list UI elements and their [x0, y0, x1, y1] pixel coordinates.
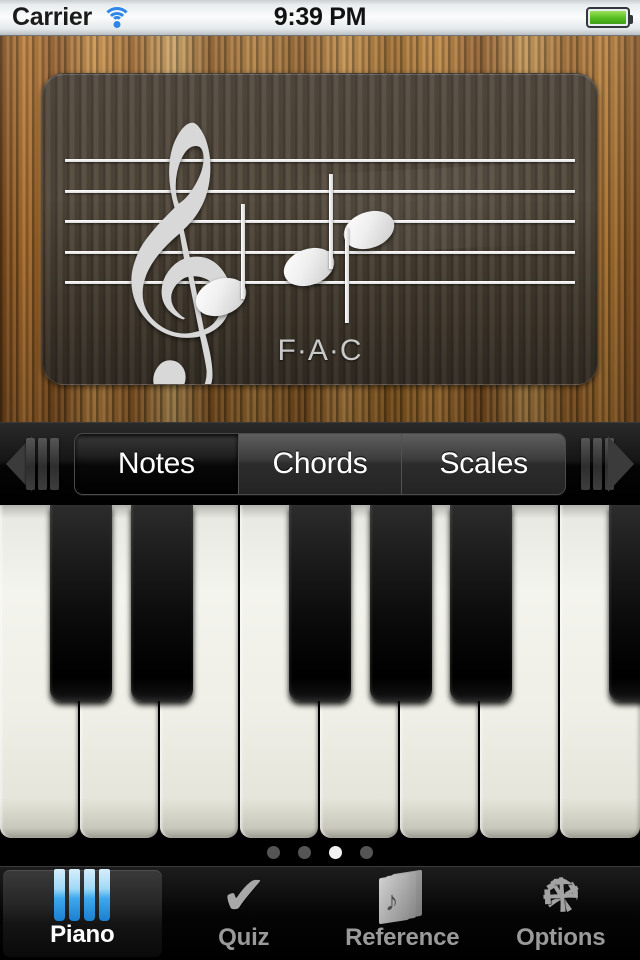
book-music-icon: ♪ — [376, 868, 428, 925]
staff-display-panel[interactable]: 𝄞 F·A·C — [42, 73, 598, 385]
piano-keys-icon-left — [26, 438, 59, 490]
tab-label: Quiz — [218, 924, 270, 951]
tab-options[interactable]: ⚒ ⚒ Options — [482, 865, 640, 960]
tab-bar: Piano ✔ Quiz ♪ Reference ⚒ ⚒ Options — [0, 866, 640, 960]
note-c — [338, 204, 400, 323]
segment-notes[interactable]: Notes — [75, 434, 238, 494]
mode-toolbar: Notes Chords Scales — [0, 422, 640, 505]
app-root: Carrier 9:39 PM 𝄞 F·A·C Notes Chords Scale… — [0, 0, 640, 960]
tab-quiz[interactable]: ✔ Quiz — [165, 867, 324, 960]
page-dot-4[interactable] — [360, 845, 373, 859]
chord-name-label: F·A·C — [277, 334, 363, 367]
tab-reference[interactable]: ♪ Reference — [323, 867, 482, 960]
black-key-3[interactable] — [289, 505, 351, 701]
tab-piano[interactable]: Piano — [3, 869, 162, 957]
tools-icon: ⚒ ⚒ — [530, 865, 591, 926]
note-a — [278, 174, 340, 293]
note-stem — [241, 204, 245, 299]
checkmark-icon: ✔ — [221, 866, 267, 926]
page-control[interactable] — [0, 838, 640, 866]
tab-label: Piano — [50, 921, 115, 948]
black-key-4[interactable] — [370, 505, 432, 701]
note-f — [190, 204, 252, 323]
piano-keys-icon — [54, 869, 111, 921]
note-stem — [345, 228, 349, 323]
tab-label: Options — [516, 924, 606, 951]
black-key-1[interactable] — [50, 505, 112, 701]
wood-background: 𝄞 F·A·C — [0, 36, 640, 422]
black-key-5[interactable] — [450, 505, 512, 701]
mode-segmented-control[interactable]: Notes Chords Scales — [74, 433, 566, 495]
segment-chords[interactable]: Chords — [237, 434, 402, 494]
clock-label: 9:39 PM — [273, 3, 367, 31]
page-dot-3[interactable] — [329, 845, 342, 859]
piano-keyboard[interactable] — [0, 505, 640, 865]
page-dot-2[interactable] — [298, 845, 311, 859]
battery-icon — [586, 7, 633, 28]
tab-label: Reference — [345, 924, 460, 951]
chevron-right-icon — [608, 436, 634, 492]
segment-scales[interactable]: Scales — [401, 434, 565, 494]
black-key-2[interactable] — [131, 505, 193, 701]
page-dot-1[interactable] — [267, 845, 280, 859]
status-bar: Carrier 9:39 PM — [0, 0, 640, 36]
note-stem — [329, 174, 333, 269]
next-button[interactable] — [568, 428, 640, 500]
previous-button[interactable] — [0, 428, 72, 500]
black-key-6[interactable] — [609, 505, 640, 701]
